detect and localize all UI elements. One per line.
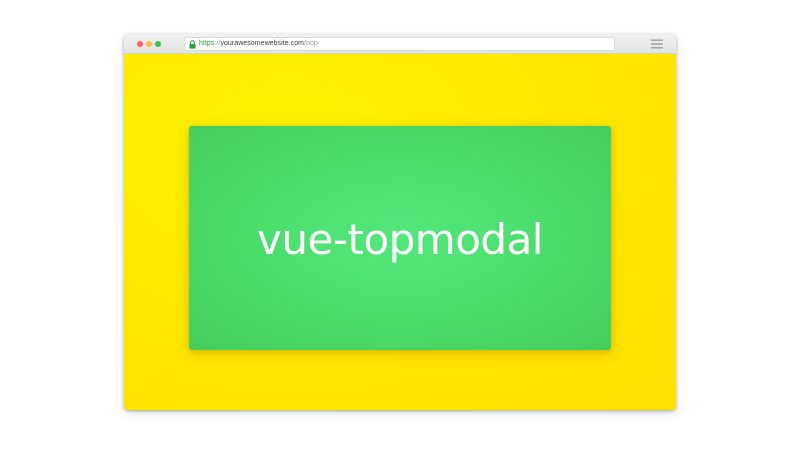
modal[interactable]: vue-topmodal <box>189 126 611 350</box>
window-minimize-button[interactable] <box>146 41 152 47</box>
lock-icon <box>189 40 196 49</box>
page-viewport: vue-topmodal <box>124 54 676 410</box>
url-text: https://yourawesomewebsite.com/pop <box>199 38 318 50</box>
url-path: /pop <box>304 40 318 47</box>
address-bar[interactable]: https://yourawesomewebsite.com/pop <box>184 37 615 51</box>
url-scheme: https <box>199 40 215 47</box>
window-close-button[interactable] <box>137 41 143 47</box>
modal-title: vue-topmodal <box>257 214 543 264</box>
hamburger-menu-icon[interactable] <box>651 39 663 49</box>
window-zoom-button[interactable] <box>155 41 161 47</box>
browser-window: https://yourawesomewebsite.com/pop vue-t… <box>124 34 676 410</box>
url-host: yourawesomewebsite.com <box>220 40 305 47</box>
browser-toolbar: https://yourawesomewebsite.com/pop <box>124 34 676 54</box>
